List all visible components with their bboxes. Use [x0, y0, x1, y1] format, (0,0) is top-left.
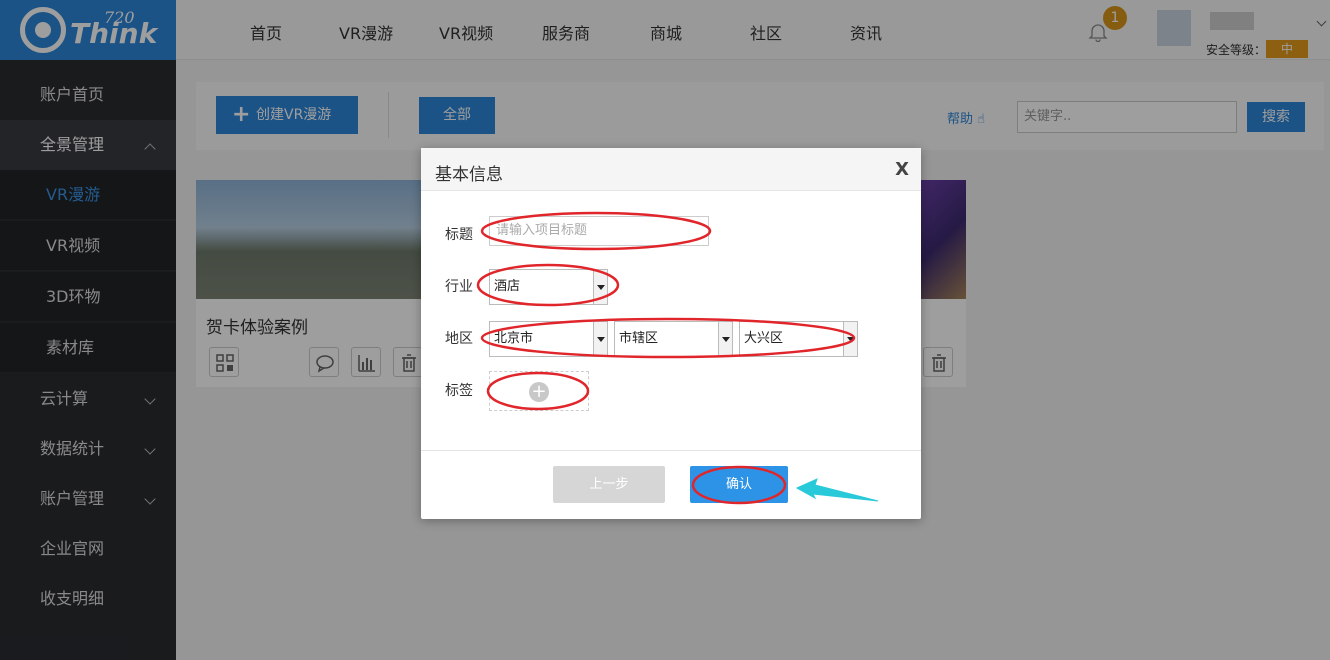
district-select[interactable]: 大兴区: [739, 321, 858, 357]
dropdown-arrow-icon: [718, 322, 732, 356]
dropdown-arrow-icon: [593, 322, 607, 356]
dropdown-arrow-icon: [843, 322, 857, 356]
add-tag-icon[interactable]: +: [529, 382, 549, 402]
dropdown-arrow-icon: [593, 270, 607, 304]
tags-field-label: 标签: [445, 383, 473, 399]
title-field-label: 标题: [445, 227, 473, 243]
basic-info-dialog: 基本信息 X 标题 请输入项目标题 行业 酒店 地区 北京市 市辖区 大兴区 标…: [421, 148, 921, 519]
industry-select[interactable]: 酒店: [489, 269, 608, 305]
dialog-divider: [421, 450, 921, 451]
confirm-button[interactable]: 确认: [690, 466, 788, 503]
project-title-input[interactable]: 请输入项目标题: [489, 216, 709, 246]
industry-field-label: 行业: [445, 279, 473, 295]
region-field-label: 地区: [445, 331, 473, 347]
city-select[interactable]: 市辖区: [614, 321, 733, 357]
dialog-title: 基本信息: [435, 165, 503, 185]
close-icon[interactable]: X: [895, 159, 909, 180]
previous-step-button[interactable]: 上一步: [553, 466, 665, 503]
province-select[interactable]: 北京市: [489, 321, 608, 357]
dialog-header: 基本信息 X: [421, 148, 921, 191]
